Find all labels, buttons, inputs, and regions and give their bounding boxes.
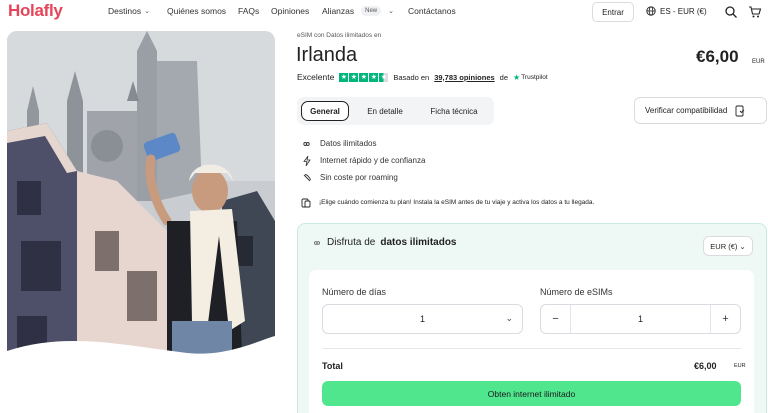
feature-item: Sin coste por roaming [301, 169, 425, 186]
nav-contactanos[interactable]: Contáctanos [408, 6, 456, 16]
star-icon: ★ [349, 72, 359, 82]
infinity-icon [314, 240, 320, 245]
nav-destinos-label: Destinos [108, 6, 142, 16]
trustpilot-rating: Excelente ★ ★ ★ ★ ★ Basado en 39,783 opi… [297, 72, 548, 82]
cart-icon[interactable] [748, 5, 762, 19]
days-select[interactable]: 1 ⌄ [322, 304, 523, 334]
language-currency-selector[interactable]: ES - EUR (€) [646, 6, 707, 16]
trustpilot-name: Trustpilot [521, 73, 548, 81]
product-subtitle: eSIM con Datos ilimitados en [297, 32, 382, 39]
activation-notice: ¡Elige cuándo comienza tu plan! Instala … [301, 197, 594, 208]
esims-stepper: − 1 + [540, 304, 741, 334]
verify-compatibility-button[interactable]: Verificar compatibilidad [634, 97, 767, 124]
nav-faqs[interactable]: FAQs [238, 6, 259, 16]
chevron-down-icon: ⌄ [505, 313, 513, 323]
verify-label: Verificar compatibilidad [645, 106, 728, 115]
based-on-text: Basado en [393, 72, 430, 82]
globe-icon [646, 6, 656, 16]
nav-destinos[interactable]: Destinos ⌄ [108, 6, 150, 16]
feature-item: Datos ilimitados [301, 135, 425, 152]
plan-heading: Disfruta de datos ilimitados [312, 237, 456, 248]
locale-label: ES - EUR (€) [660, 6, 707, 16]
hero-illustration [7, 31, 275, 355]
tab-general[interactable]: General [301, 101, 349, 121]
product-tabs: General En detalle Ficha técnica [297, 97, 494, 125]
tab-ficha-tecnica[interactable]: Ficha técnica [421, 101, 487, 121]
nav-quienes-somos-label: Quiénes somos [167, 6, 227, 16]
page-title: Irlanda [296, 44, 358, 66]
days-value: 1 [419, 314, 425, 324]
days-label: Número de días [322, 287, 387, 297]
buy-button[interactable]: Obten internet ilimitado [322, 381, 741, 406]
feature-label: Sin coste por roaming [320, 173, 398, 182]
lightning-icon [301, 155, 312, 166]
star-icon: ★ [359, 72, 369, 82]
new-badge: New [361, 6, 382, 16]
nav-quienes-somos[interactable]: Quiénes somos [167, 6, 226, 16]
price-currency: EUR [752, 59, 765, 65]
total-label: Total [322, 361, 343, 371]
decrement-button[interactable]: − [541, 305, 571, 333]
chevron-down-icon: ⌄ [144, 8, 150, 15]
divider [322, 348, 741, 349]
nav-contactanos-label: Contáctanos [408, 6, 456, 16]
holafly-logo[interactable]: Holafly [8, 1, 63, 21]
esims-value[interactable]: 1 [571, 305, 710, 333]
chevron-down-icon: ⌄ [388, 8, 395, 15]
nav-opiniones[interactable]: Opiniones [271, 6, 309, 16]
chevron-down-icon: ⌄ [739, 241, 746, 251]
nav-faqs-label: FAQs [238, 6, 260, 16]
increment-button[interactable]: + [710, 305, 740, 333]
esims-label: Número de eSIMs [540, 287, 613, 297]
product-price: €6,00 [696, 47, 739, 66]
notice-text: ¡Elige cuándo comienza tu plan! Instala … [319, 199, 595, 206]
trustpilot-star-icon: ★ [513, 72, 521, 82]
plan-heading-bold: datos ilimitados [380, 237, 457, 248]
plan-form: Número de días 1 ⌄ Número de eSIMs − 1 +… [309, 270, 754, 413]
nav-opiniones-label: Opiniones [271, 6, 310, 16]
trustpilot-logo: ★ Trustpilot [513, 73, 548, 82]
nav-alianzas[interactable]: Alianzas New ⌄ [322, 6, 394, 16]
plan-selector: Disfruta de datos ilimitados EUR (€) ⌄ N… [297, 223, 767, 413]
feature-label: Datos ilimitados [320, 139, 377, 148]
sim-calendar-icon [301, 198, 311, 208]
total-value: €6,00 [694, 361, 717, 371]
nav-alianzas-label: Alianzas [322, 6, 355, 16]
currency-select[interactable]: EUR (€) ⌄ [703, 236, 753, 256]
feature-list: Datos ilimitados Internet rápido y de co… [301, 135, 425, 186]
currency-value: EUR (€) [710, 241, 738, 251]
rating-label: Excelente [297, 72, 335, 82]
top-navigation: Holafly Destinos ⌄ Quiénes somos FAQs Op… [0, 0, 768, 26]
infinity-icon [301, 141, 312, 147]
no-roaming-icon [301, 173, 312, 183]
hero-image [7, 31, 275, 355]
phone-check-icon [735, 105, 745, 116]
total-currency: EUR [734, 363, 746, 369]
tab-en-detalle[interactable]: En detalle [357, 101, 413, 121]
feature-label: Internet rápido y de confianza [320, 156, 426, 165]
star-icon: ★ [369, 72, 379, 82]
search-icon[interactable] [724, 5, 738, 19]
star-half-icon: ★ [379, 72, 389, 82]
feature-item: Internet rápido y de confianza [301, 152, 425, 169]
rating-stars: ★ ★ ★ ★ ★ [339, 72, 389, 82]
plan-heading-prefix: Disfruta de [327, 237, 376, 248]
reviews-link[interactable]: 39,783 opiniones [434, 73, 494, 82]
rating-by-text: de [499, 72, 509, 82]
star-icon: ★ [339, 72, 349, 82]
login-button[interactable]: Entrar [592, 2, 634, 22]
